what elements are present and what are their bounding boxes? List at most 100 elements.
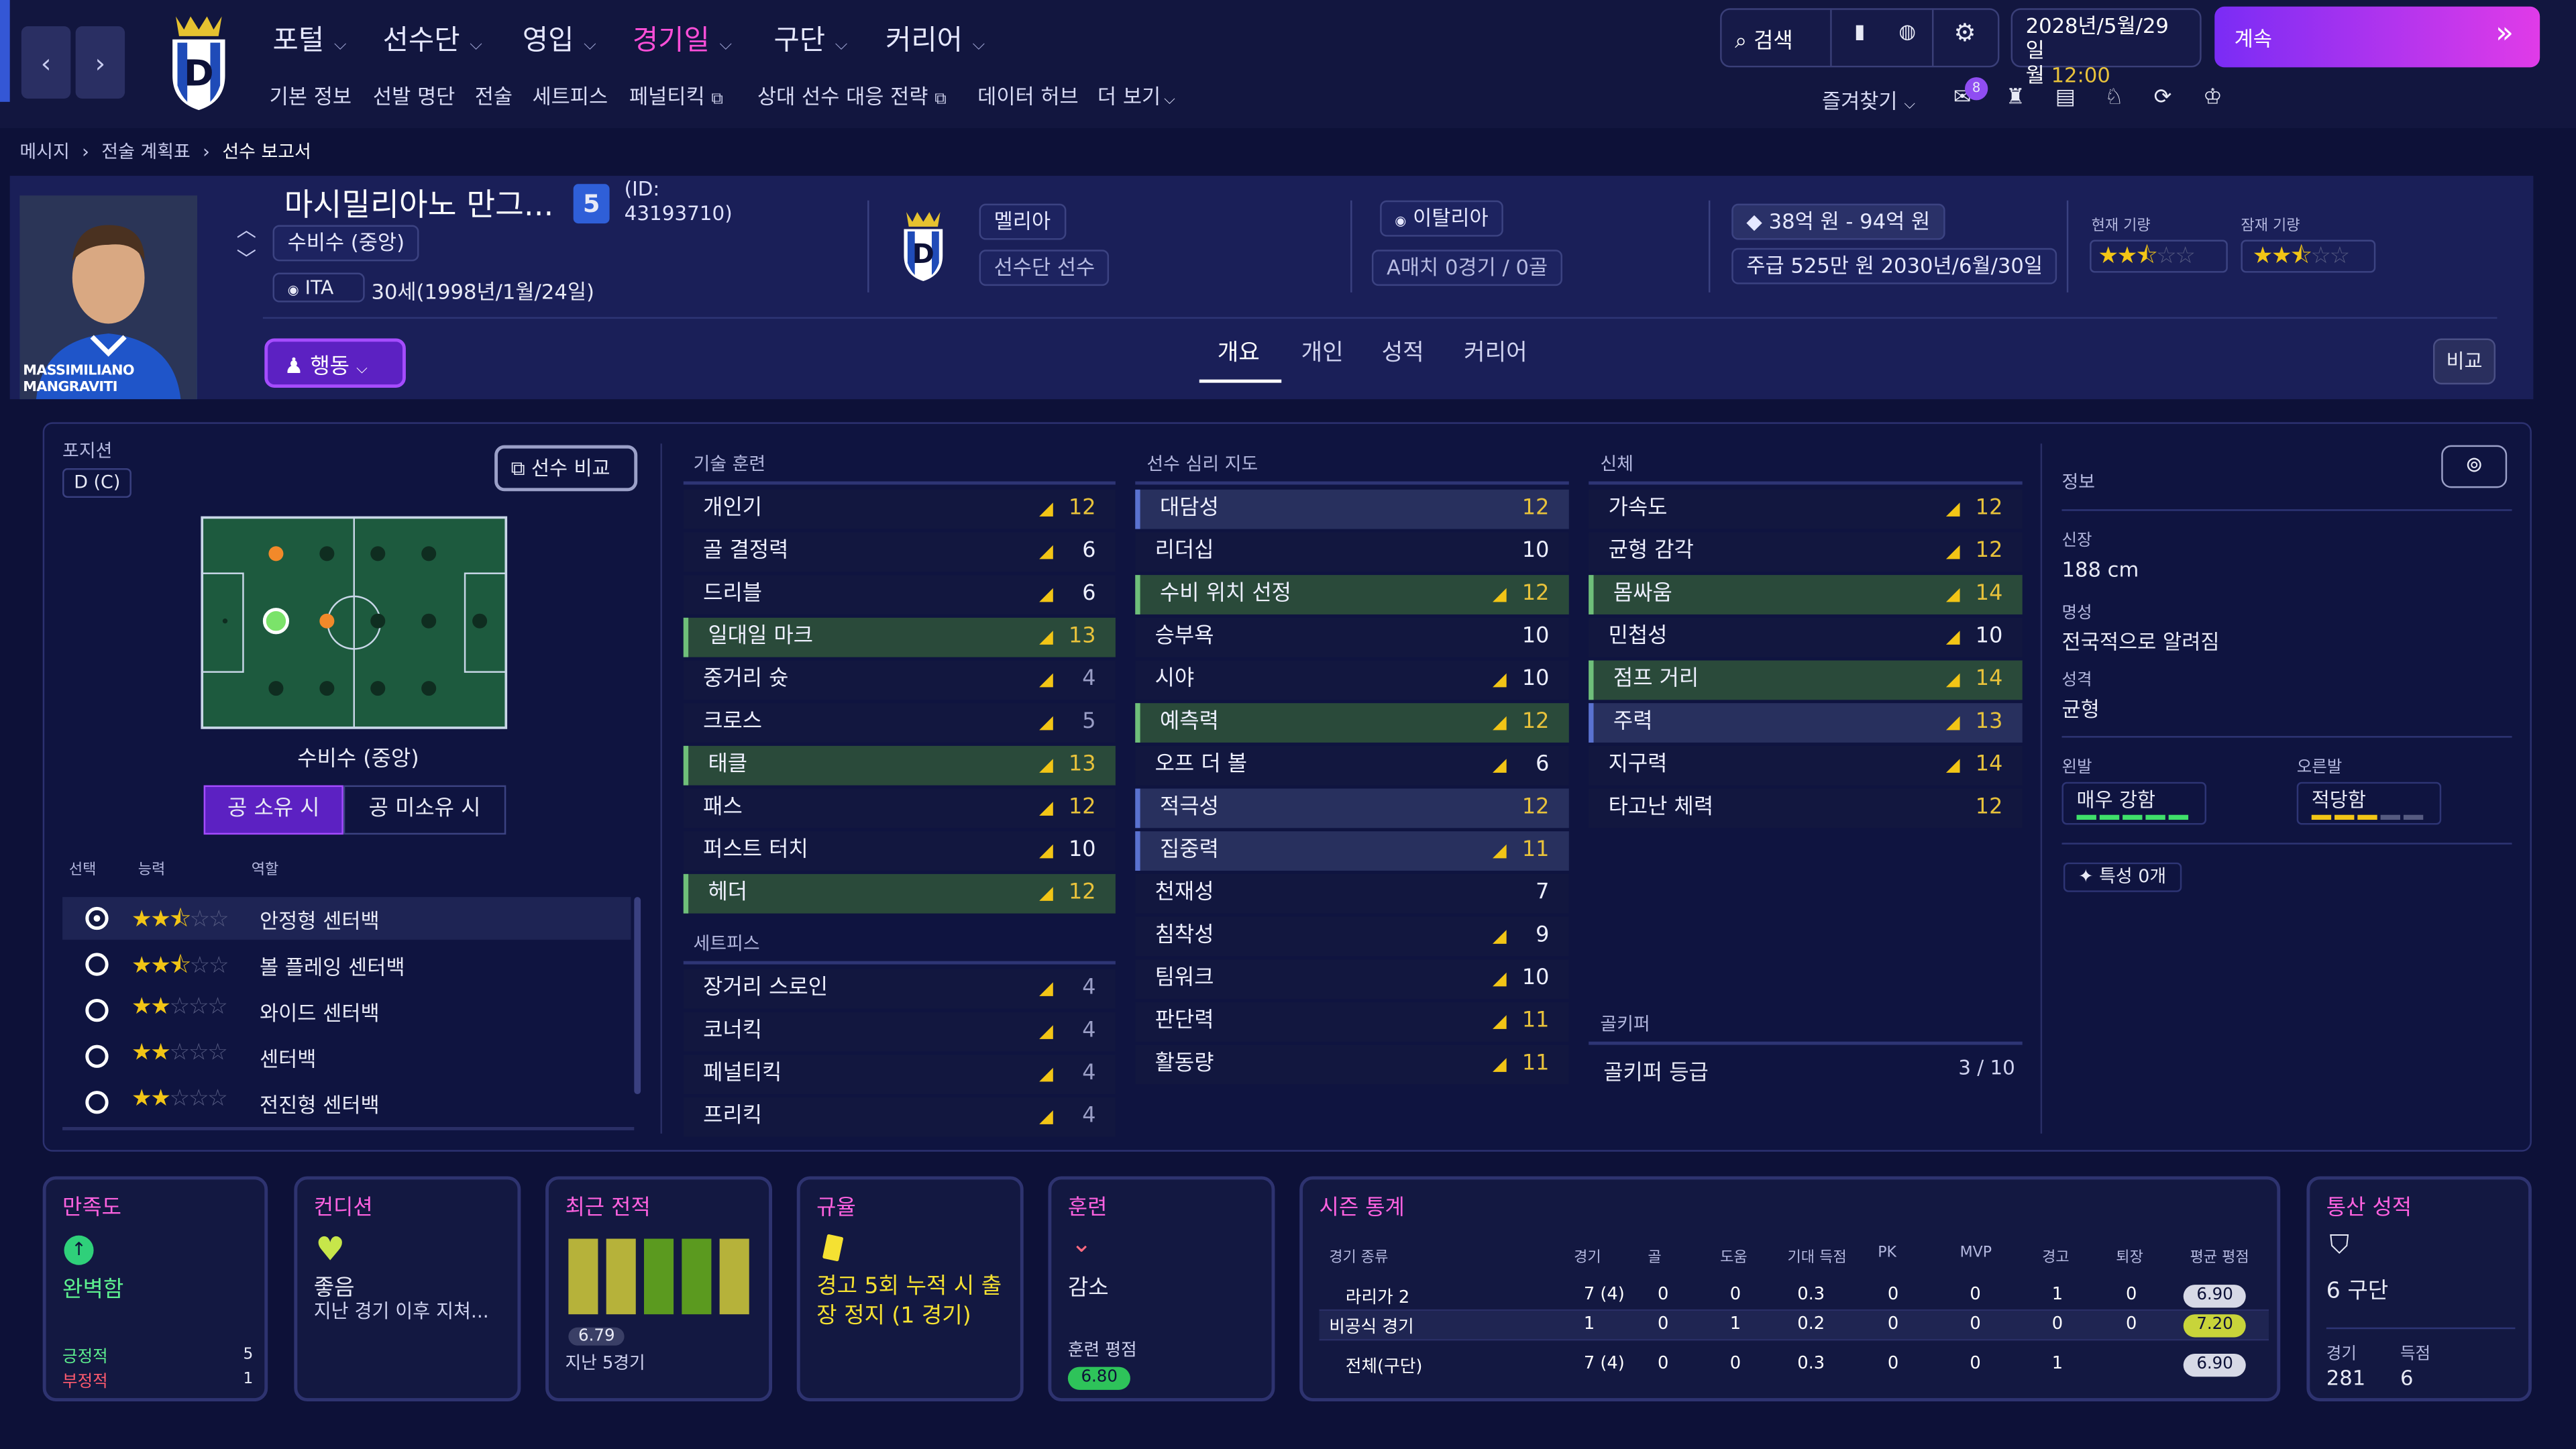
menu-career[interactable]: 커리어 ⌵	[885, 16, 985, 58]
traits-chip[interactable]: ✦ 특성 0개	[2063, 862, 2182, 892]
setpiece-attr-value: 4	[1082, 975, 1096, 1001]
role-radio[interactable]	[85, 1044, 109, 1068]
next-player-button[interactable]: ﹀	[237, 245, 256, 273]
compare-button[interactable]: 비교	[2432, 338, 2496, 385]
technical-attr-row: 태클 ◢ 13	[683, 745, 1116, 786]
form-rating: 6.79	[568, 1327, 625, 1346]
training-card[interactable]: 훈련 ⌄ 감소 훈련 평점 6.80	[1048, 1176, 1275, 1401]
nation-pill[interactable]: ◉ 이탈리아	[1380, 200, 1503, 237]
game-date[interactable]: 2028년/5월/29일 월 12:00	[2010, 8, 2202, 87]
role-radio[interactable]	[85, 953, 109, 976]
condition-card[interactable]: 컨디션 ♥ 좋음 지난 경기 이후 지쳐...	[294, 1176, 521, 1401]
mental-attr-value: 11	[1521, 837, 1550, 863]
season-stats-card[interactable]: 시즌 통계 경기 종류 경기 골 도움 기대 득점 PK MVP 경고 퇴장 평균 평점 라리가 2…	[1299, 1176, 2281, 1401]
satisfaction-card[interactable]: 만족도 ↑ 완벽함 긍정적 5 부정적 1	[42, 1176, 268, 1401]
season-cell: 비공식 경기	[1329, 1318, 1414, 1338]
position-title: 포지션	[62, 440, 113, 462]
physical-attr-row: 몸싸움 ◢ 14	[1589, 575, 2023, 614]
submenu-penalties[interactable]: 페널티킥 ⧉	[629, 79, 723, 111]
physical-attr-value: 13	[1975, 709, 2003, 735]
discipline-card[interactable]: 규율 경고 5회 누적 시 출장 정지 (1 경기)	[796, 1176, 1024, 1401]
trend-up-icon: ◢	[1492, 924, 1507, 947]
tab-personal[interactable]: 개인	[1301, 335, 1344, 368]
submenu-more[interactable]: 더 보기 ⌵	[1097, 79, 1175, 111]
mental-attr-name: 수비 위치 선정	[1159, 581, 1291, 606]
submenu-opposition[interactable]: 상대 선수 대응 전략 ⧉	[757, 79, 947, 111]
menu-club[interactable]: 구단 ⌵	[773, 16, 847, 58]
submenu-data-hub[interactable]: 데이터 허브	[977, 79, 1079, 111]
current-ability-label: 현재 기량	[2091, 218, 2151, 235]
role-row[interactable]: ★★⯪☆☆ 안정형 센터백	[62, 897, 631, 940]
mental-title: 선수 심리 지도	[1146, 453, 1258, 475]
refresh-icon[interactable]: ⟳	[2154, 85, 2172, 110]
technical-attr-row: 패스 ◢ 12	[683, 788, 1116, 828]
technical-attr-value: 6	[1082, 581, 1096, 606]
role-row[interactable]: ★★☆☆☆ 센터백	[62, 1035, 631, 1078]
goalkeeper-title: 골키퍼	[1600, 1014, 1650, 1035]
role-row[interactable]: ★★⯪☆☆ 볼 플레잉 센터백	[62, 943, 631, 986]
physical-attr-row: 타고난 체력 12	[1589, 788, 2023, 828]
mental-attr-name: 적극성	[1159, 795, 1219, 820]
prev-player-button[interactable]: ︿	[237, 215, 256, 244]
trophy-icon[interactable]: ♔	[2203, 85, 2222, 110]
role-radio[interactable]	[85, 906, 109, 930]
trend-up-icon: ◢	[1492, 1053, 1507, 1075]
trend-up-icon: ◢	[1039, 754, 1053, 775]
training-title: 훈련	[1067, 1195, 1108, 1221]
club-crest-icon[interactable]: D	[168, 10, 230, 112]
menu-matchday[interactable]: 경기일 ⌵	[633, 16, 732, 58]
season-cell: 1	[1729, 1314, 1741, 1334]
role-row[interactable]: ★★☆☆☆ 전진형 센터백	[62, 1081, 631, 1124]
form-card[interactable]: 최근 전적 6.79 지난 5경기	[545, 1176, 773, 1401]
player-compare-button[interactable]: ⧉ 선수 비교	[494, 445, 638, 492]
action-button[interactable]: ♟ 행동 ⌵	[264, 338, 406, 388]
season-col-header: 경고	[2042, 1250, 2070, 1267]
role-radio[interactable]	[85, 998, 109, 1022]
tab-career[interactable]: 커리어	[1464, 335, 1527, 368]
trend-up-icon: ◢	[1039, 882, 1053, 904]
breadcrumb-messages[interactable]: 메시지	[19, 142, 69, 163]
trend-up-icon: ◢	[1039, 1106, 1053, 1128]
chevron-down-icon: ⌄	[1071, 1228, 1092, 1258]
back-button[interactable]: ‹	[21, 26, 71, 99]
submenu-lineup[interactable]: 선발 명단	[373, 79, 455, 111]
submenu-tactics[interactable]: 전술	[475, 79, 513, 111]
setpiece-attr-name: 장거리 스로인	[703, 975, 828, 1001]
out-possession-toggle[interactable]: 공 미소유 시	[343, 785, 506, 835]
search-button[interactable]: ⌕ 검색	[1735, 23, 1793, 54]
scout-icon[interactable]: ♘	[2104, 85, 2124, 110]
technical-attr-name: 골 결정력	[703, 539, 789, 564]
submenu-basic-info[interactable]: 기본 정보	[270, 79, 352, 111]
in-possession-toggle[interactable]: 공 소유 시	[203, 785, 343, 835]
tab-stats[interactable]: 성적	[1382, 335, 1424, 368]
info-settings-button[interactable]: ⊚	[2441, 445, 2508, 488]
role-radio[interactable]	[85, 1091, 109, 1114]
favorites-dropdown[interactable]: 즐겨찾기 ⌵	[1822, 84, 1915, 115]
roles-scrollbar[interactable]	[634, 897, 641, 1095]
kit-icon[interactable]: ♜	[2006, 85, 2025, 110]
menu-transfers[interactable]: 영입 ⌵	[523, 16, 596, 58]
report-icon[interactable]: ▤	[2055, 85, 2076, 110]
tab-overview[interactable]: 개요	[1218, 335, 1260, 368]
season-cell: 0	[1887, 1353, 1899, 1374]
menu-squad[interactable]: 선수단 ⌵	[383, 16, 482, 58]
mental-attr-value: 6	[1536, 752, 1550, 777]
mental-attr-value: 12	[1521, 496, 1550, 521]
season-col-header: MVP	[1960, 1245, 1992, 1262]
mental-attr-row: 예측력 ◢ 12	[1135, 703, 1569, 743]
club-pill[interactable]: 멜리아	[979, 203, 1066, 240]
mental-attr-row: 시야 ◢ 10	[1135, 660, 1569, 700]
positive-label: 긍정적	[62, 1348, 108, 1367]
breadcrumb-tactics[interactable]: 전술 계획표	[101, 142, 191, 163]
mental-attr-row: 적극성 12	[1135, 788, 1569, 828]
notes-icon[interactable]: ▮	[1835, 19, 1884, 56]
role-row[interactable]: ★★☆☆☆ 와이드 센터백	[62, 989, 631, 1032]
settings-gear-icon[interactable]: ⚙	[1940, 18, 1989, 58]
world-icon[interactable]: ◍	[1883, 19, 1932, 56]
menu-portal[interactable]: 포털 ⌵	[273, 16, 347, 58]
continue-button[interactable]: 계속 »	[2214, 6, 2540, 68]
career-stats-card[interactable]: 통산 성적 ⛉ 6 구단 경기 득점 281 6	[2306, 1176, 2532, 1401]
forward-button[interactable]: ›	[75, 26, 125, 99]
submenu-setpieces[interactable]: 세트피스	[532, 79, 608, 111]
role-stars: ★★⯪☆☆	[131, 906, 229, 934]
